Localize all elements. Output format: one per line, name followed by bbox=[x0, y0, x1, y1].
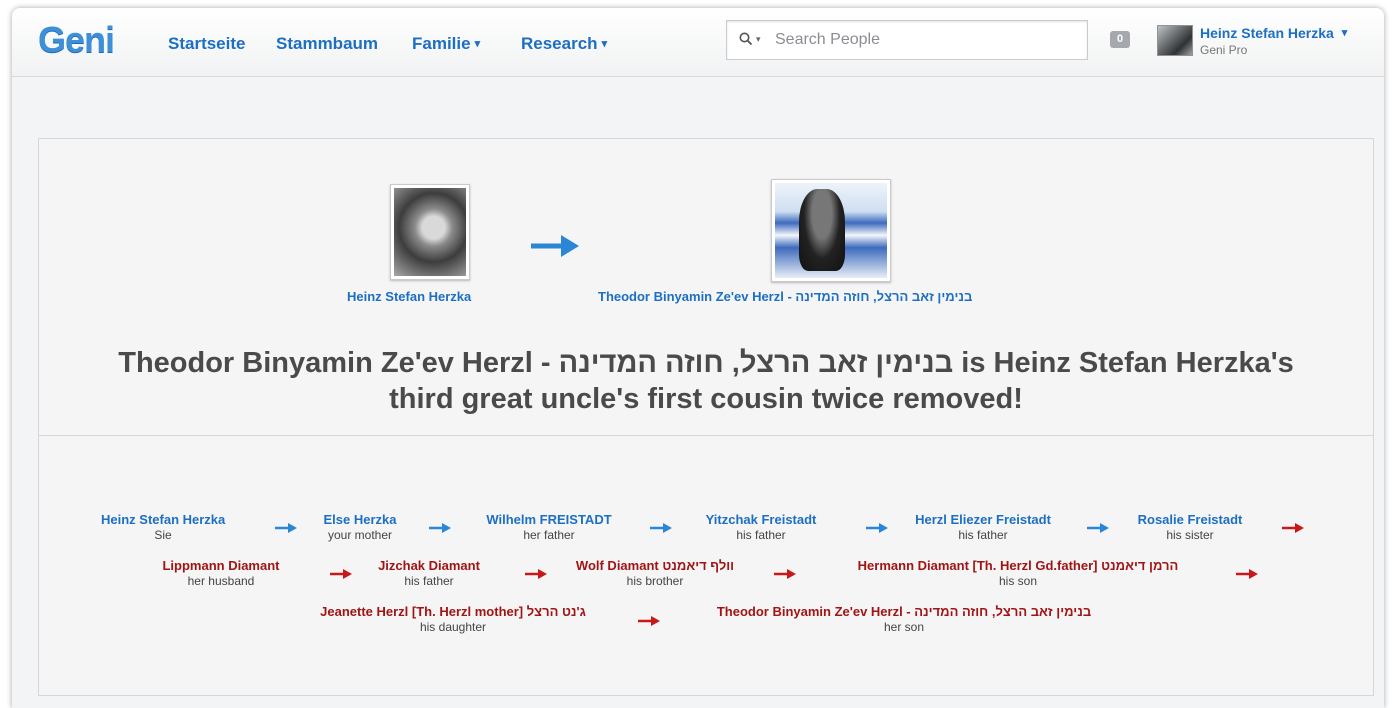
path-step[interactable]: Theodor Binyamin Ze'ev Herzl - בנימין זא… bbox=[679, 604, 1129, 634]
arrow-right-icon bbox=[275, 523, 297, 533]
notification-count-badge[interactable]: 0 bbox=[1110, 31, 1130, 48]
nav-familie-label: Familie bbox=[412, 34, 471, 53]
path-step[interactable]: Jizchak Diamant his father bbox=[369, 558, 489, 588]
search-people-input[interactable] bbox=[773, 27, 1077, 53]
path-person-name[interactable]: Else Herzka bbox=[315, 512, 405, 528]
nav-research-label: Research bbox=[521, 34, 598, 53]
search-box[interactable]: ▾ bbox=[726, 20, 1088, 60]
chevron-down-icon: ▾ bbox=[474, 38, 481, 50]
browser-page: Geni Startseite Stammbaum Familie ▾ Resea… bbox=[12, 8, 1384, 708]
path-step[interactable]: Herzl Eliezer Freistadt his father bbox=[901, 512, 1065, 542]
path-person-name[interactable]: Hermann Diamant [Th. Herzl Gd.father] הר… bbox=[815, 558, 1221, 574]
nav-stammbaum[interactable]: Stammbaum bbox=[276, 34, 378, 54]
path-relation: his brother bbox=[626, 574, 684, 588]
user-account-type: Geni Pro bbox=[1200, 43, 1248, 57]
to-person-photo[interactable] bbox=[771, 179, 891, 282]
path-step[interactable]: Heinz Stefan Herzka Sie bbox=[101, 512, 225, 542]
path-person-name[interactable]: Jizchak Diamant bbox=[369, 558, 489, 574]
user-avatar[interactable] bbox=[1157, 25, 1193, 56]
path-step[interactable]: Wolf Diamant וולף דיאמנט his brother bbox=[561, 558, 749, 588]
path-relation: his father bbox=[736, 528, 786, 542]
path-step[interactable]: Jeanette Herzl [Th. Herzl mother] ג'נט ה… bbox=[295, 604, 611, 634]
headline-line-1: Theodor Binyamin Ze'ev Herzl - בנימין זא… bbox=[118, 347, 1294, 379]
relationship-panel: Heinz Stefan Herzka Theodor Binyamin Ze'… bbox=[38, 138, 1374, 696]
arrow-right-icon bbox=[774, 569, 796, 579]
path-person-name[interactable]: Theodor Binyamin Ze'ev Herzl - בנימין זא… bbox=[679, 604, 1129, 620]
arrow-right-icon bbox=[531, 235, 579, 257]
path-relation: his father bbox=[404, 574, 454, 588]
path-step[interactable]: Yitzchak Freistadt his father bbox=[687, 512, 835, 542]
path-person-name[interactable]: Rosalie Freistadt bbox=[1123, 512, 1257, 528]
path-person-name[interactable]: Heinz Stefan Herzka bbox=[101, 512, 225, 528]
to-person-link[interactable]: Theodor Binyamin Ze'ev Herzl - בנימין זא… bbox=[598, 289, 972, 304]
path-step[interactable]: Else Herzka your mother bbox=[315, 512, 405, 542]
arrow-right-icon bbox=[638, 616, 660, 626]
path-relation: your mother bbox=[327, 528, 393, 542]
path-relation: her father bbox=[523, 528, 575, 542]
path-person-name[interactable]: Jeanette Herzl [Th. Herzl mother] ג'נט ה… bbox=[295, 604, 611, 620]
herzl-portrait-image bbox=[775, 183, 887, 278]
arrow-right-icon bbox=[650, 523, 672, 533]
nav-familie-dropdown[interactable]: Familie ▾ bbox=[412, 34, 480, 54]
user-name: Heinz Stefan Herzka bbox=[1200, 25, 1334, 41]
from-person-photo[interactable] bbox=[390, 184, 470, 280]
path-person-name[interactable]: Herzl Eliezer Freistadt bbox=[901, 512, 1065, 528]
path-relation: his sister bbox=[1166, 528, 1214, 542]
arrow-right-icon bbox=[330, 569, 352, 579]
top-navigation-bar: Geni Startseite Stammbaum Familie ▾ Resea… bbox=[12, 8, 1384, 77]
headline-line-2: third great uncle's first cousin twice r… bbox=[389, 383, 1023, 415]
path-person-name[interactable]: Yitzchak Freistadt bbox=[687, 512, 835, 528]
nav-stammbaum-label: Stammbaum bbox=[276, 34, 379, 53]
heinz-portrait-image bbox=[394, 188, 466, 276]
from-person-link[interactable]: Heinz Stefan Herzka bbox=[347, 289, 471, 304]
panel-divider bbox=[39, 435, 1373, 436]
chevron-down-icon: ▾ bbox=[601, 38, 608, 50]
path-step[interactable]: Hermann Diamant [Th. Herzl Gd.father] הר… bbox=[815, 558, 1221, 588]
path-step[interactable]: Lippmann Diamant her husband bbox=[157, 558, 285, 588]
path-person-name[interactable]: Wilhelm FREISTADT bbox=[469, 512, 629, 528]
arrow-right-icon bbox=[866, 523, 888, 533]
path-relation: her son bbox=[883, 620, 925, 634]
path-step[interactable]: Wilhelm FREISTADT her father bbox=[469, 512, 629, 542]
path-relation: his son bbox=[998, 574, 1038, 588]
path-relation: his daughter bbox=[419, 620, 487, 634]
search-options-caret-icon[interactable]: ▾ bbox=[756, 34, 761, 45]
chevron-down-icon: ▾ bbox=[1341, 27, 1348, 39]
path-person-name[interactable]: Lippmann Diamant bbox=[157, 558, 285, 574]
path-relation: her husband bbox=[187, 574, 255, 588]
geni-logo[interactable]: Geni bbox=[38, 22, 115, 58]
relationship-headline: Theodor Binyamin Ze'ev Herzl - בנימין זא… bbox=[39, 345, 1373, 417]
nav-research-dropdown[interactable]: Research ▾ bbox=[521, 34, 607, 54]
path-step[interactable]: Rosalie Freistadt his sister bbox=[1123, 512, 1257, 542]
nav-startseite-label: Startseite bbox=[168, 34, 246, 53]
arrow-right-icon bbox=[429, 523, 451, 533]
arrow-right-icon bbox=[1087, 523, 1109, 533]
path-person-name[interactable]: Wolf Diamant וולף דיאמנט bbox=[561, 558, 749, 574]
path-relation: Sie bbox=[154, 528, 172, 542]
nav-startseite[interactable]: Startseite bbox=[168, 34, 245, 54]
arrow-right-icon bbox=[1282, 523, 1304, 533]
arrow-right-icon bbox=[1236, 569, 1258, 579]
arrow-right-icon bbox=[525, 569, 547, 579]
user-menu[interactable]: Heinz Stefan Herzka ▾ bbox=[1200, 25, 1347, 41]
path-relation: his father bbox=[958, 528, 1008, 542]
search-icon[interactable] bbox=[739, 32, 753, 46]
